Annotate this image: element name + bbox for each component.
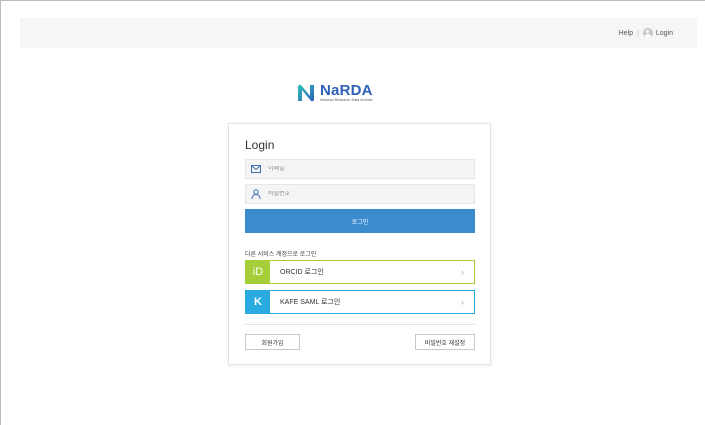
orcid-login-button[interactable]: iD ORCID 로그인 › — [245, 260, 475, 284]
login-submit-button[interactable]: 로그인 — [245, 209, 475, 233]
orcid-icon: iD — [246, 261, 270, 283]
signup-button[interactable]: 회원가입 — [245, 334, 300, 350]
user-icon — [250, 188, 262, 200]
kafe-icon: K — [246, 291, 270, 313]
orcid-login-label: ORCID 로그인 — [280, 269, 324, 276]
help-link[interactable]: Help — [619, 30, 633, 37]
narda-logo-icon — [298, 84, 314, 102]
email-field[interactable] — [245, 159, 475, 179]
narda-logo[interactable]: NaRDA National Research Data Archive — [296, 83, 373, 103]
topbar-separator: | — [637, 29, 639, 37]
kafe-login-button[interactable]: K KAFE SAML 로그인 › — [245, 290, 475, 314]
reset-password-button[interactable]: 비밀번호 재설정 — [415, 334, 475, 350]
chevron-right-icon: › — [461, 297, 464, 307]
password-input[interactable] — [268, 191, 458, 197]
header-login-label: Login — [655, 29, 673, 37]
email-input[interactable] — [268, 166, 458, 172]
other-services-label: 다른 서비스 계정으로 로그인 — [245, 252, 317, 258]
password-field[interactable] — [245, 184, 475, 204]
login-card: Login 로그인 다른 서비스 계정으로 로그인 iD ORCID 로그인 ›… — [228, 123, 491, 365]
logo-name: NaRDA — [320, 82, 373, 100]
login-title: Login — [245, 138, 275, 152]
divider — [245, 324, 475, 325]
header-login-link[interactable]: Login — [642, 28, 673, 38]
chevron-right-icon: › — [461, 267, 464, 277]
user-circle-icon — [642, 28, 653, 38]
kafe-login-label: KAFE SAML 로그인 — [280, 299, 341, 306]
logo-text: NaRDA National Research Data Archive — [320, 83, 373, 103]
logo-subtitle: National Research Data Archive — [320, 98, 373, 103]
envelope-icon — [250, 163, 262, 175]
top-bar: Help | Login — [20, 18, 697, 48]
